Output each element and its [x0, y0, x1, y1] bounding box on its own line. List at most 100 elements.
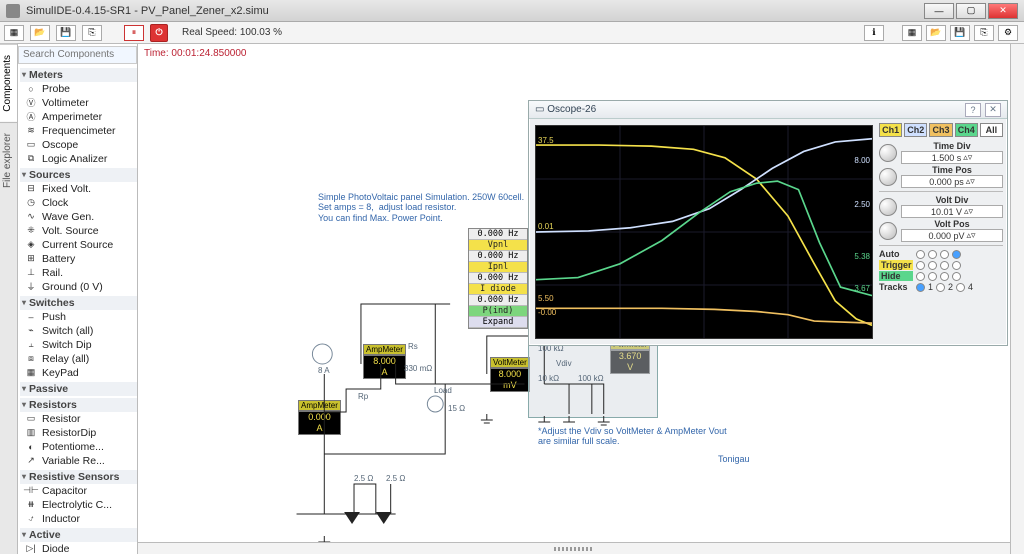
category-active[interactable]: Active: [20, 528, 137, 542]
component-diode[interactable]: ▷|Diode: [20, 542, 137, 554]
component-logic-analizer[interactable]: ⧉Logic Analizer: [20, 152, 137, 166]
component-switch-all-[interactable]: ⌁Switch (all): [20, 324, 137, 338]
component-wave-gen-[interactable]: ∿Wave Gen.: [20, 210, 137, 224]
component-icon: ▥: [24, 428, 38, 438]
search-input[interactable]: [18, 46, 137, 64]
hide-ch2[interactable]: [928, 272, 937, 281]
component-oscope[interactable]: ▭Oscope: [20, 138, 137, 152]
component-inductor[interactable]: ⍻Inductor: [20, 512, 137, 526]
component-rail-[interactable]: ⊥Rail.: [20, 266, 137, 280]
category-switches[interactable]: Switches: [20, 296, 137, 310]
trig-ch1[interactable]: [916, 261, 925, 270]
component-fixed-volt-[interactable]: ⊟Fixed Volt.: [20, 182, 137, 196]
bottom-splitter[interactable]: [138, 542, 1010, 554]
toolbar-info-icon[interactable]: ℹ: [864, 25, 884, 41]
component-icon: ⏚: [24, 282, 38, 292]
tab-ch3[interactable]: Ch3: [929, 123, 952, 137]
label-ohm15: 15 Ω: [448, 404, 465, 413]
component-current-source[interactable]: ◈Current Source: [20, 238, 137, 252]
toolbar-r3-icon[interactable]: 💾: [950, 25, 970, 41]
oscope-panel[interactable]: ▭ Oscope-26 ? ✕: [528, 100, 1008, 346]
category-sources[interactable]: Sources: [20, 168, 137, 182]
oscope-close-icon[interactable]: ✕: [985, 103, 1001, 117]
auto-ch4[interactable]: [952, 250, 961, 259]
component-amperimeter[interactable]: ⒶAmperimeter: [20, 110, 137, 124]
toolbar-r4-icon[interactable]: ⎘: [974, 25, 994, 41]
component-ground-0-v-[interactable]: ⏚Ground (0 V): [20, 280, 137, 294]
auto-ch3[interactable]: [940, 250, 949, 259]
category-passive[interactable]: Passive: [20, 382, 137, 396]
component-potentiome-[interactable]: ◐Potentiome...: [20, 440, 137, 454]
component-switch-dip[interactable]: ⫠Switch Dip: [20, 338, 137, 352]
tab-ch4[interactable]: Ch4: [955, 123, 978, 137]
component-push[interactable]: –Push: [20, 310, 137, 324]
input-voltpos[interactable]: 0.000 pV▵▿: [901, 229, 1003, 242]
component-relay-all-[interactable]: ⧈Relay (all): [20, 352, 137, 366]
app-icon: [6, 4, 20, 18]
close-button[interactable]: ✕: [988, 3, 1018, 19]
tab-file-explorer[interactable]: File explorer: [0, 122, 17, 198]
tracks-2[interactable]: [936, 283, 945, 292]
knob-timepos[interactable]: [879, 168, 897, 186]
component-clock[interactable]: ◷Clock: [20, 196, 137, 210]
input-voltdiv[interactable]: 10.01 V▵▿: [901, 205, 1003, 218]
toolbar-r1-icon[interactable]: ▦: [902, 25, 922, 41]
component-volt-source[interactable]: ⁜Volt. Source: [20, 224, 137, 238]
tracks-4[interactable]: [956, 283, 965, 292]
schematic-canvas[interactable]: Time: 00:01:24.850000 Simple PhotoVoltai…: [138, 44, 1010, 554]
tracks-1[interactable]: [916, 283, 925, 292]
toolbar-open-icon[interactable]: 📂: [30, 25, 50, 41]
component-label: Rail.: [42, 267, 63, 279]
auto-ch2[interactable]: [928, 250, 937, 259]
axis-r-d: 3.67: [854, 284, 870, 293]
component-icon: ≋: [24, 126, 38, 136]
component-keypad[interactable]: ▦KeyPad: [20, 366, 137, 380]
hide-ch3[interactable]: [940, 272, 949, 281]
toolbar-r2-icon[interactable]: 📂: [926, 25, 946, 41]
tab-components[interactable]: Components: [0, 44, 17, 122]
maximize-button[interactable]: ▢: [956, 3, 986, 19]
toolbar-save-icon[interactable]: 💾: [56, 25, 76, 41]
hide-ch4[interactable]: [952, 272, 961, 281]
component-resistor[interactable]: ▭Resistor: [20, 412, 137, 426]
toolbar-pause-icon[interactable]: ⏸: [124, 25, 144, 41]
category-resistive-sensors[interactable]: Resistive Sensors: [20, 470, 137, 484]
input-timediv[interactable]: 1.500 s▵▿: [901, 151, 1003, 164]
knob-voltpos[interactable]: [879, 222, 897, 240]
component-icon: ◈: [24, 240, 38, 250]
knob-voltdiv[interactable]: [879, 198, 897, 216]
category-meters[interactable]: Meters: [20, 68, 137, 82]
category-resistors[interactable]: Resistors: [20, 398, 137, 412]
component-label: Wave Gen.: [42, 211, 94, 223]
left-tab-strip: Components File explorer: [0, 44, 18, 554]
input-timepos[interactable]: 0.000 ps▵▿: [901, 175, 1003, 188]
oscope-plot[interactable]: 37.5 0.01 5.50 -0.00 8.00 2.50 5.38 3.67: [535, 125, 873, 339]
toolbar-saveas-icon[interactable]: ⎘: [82, 25, 102, 41]
tab-ch2[interactable]: Ch2: [904, 123, 927, 137]
toolbar-power-icon[interactable]: ⏻: [150, 24, 168, 42]
component-probe[interactable]: ○Probe: [20, 82, 137, 96]
component-voltimeter[interactable]: ⓋVoltimeter: [20, 96, 137, 110]
trig-ch2[interactable]: [928, 261, 937, 270]
component-label: Electrolytic C...: [42, 499, 112, 511]
auto-ch1[interactable]: [916, 250, 925, 259]
hide-ch1[interactable]: [916, 272, 925, 281]
component-variable-re-[interactable]: ↗Variable Re...: [20, 454, 137, 468]
component-resistordip[interactable]: ▥ResistorDip: [20, 426, 137, 440]
component-frequencimeter[interactable]: ≋Frequencimeter: [20, 124, 137, 138]
trig-ch4[interactable]: [952, 261, 961, 270]
trig-ch3[interactable]: [940, 261, 949, 270]
component-electrolytic-c-[interactable]: ⧻Electrolytic C...: [20, 498, 137, 512]
toolbar-r5-icon[interactable]: ⚙: [998, 25, 1018, 41]
component-battery[interactable]: ⊞Battery: [20, 252, 137, 266]
component-capacitor[interactable]: ⊣⊢Capacitor: [20, 484, 137, 498]
oscope-help-icon[interactable]: ?: [965, 103, 981, 117]
axis-r-b: 2.50: [854, 200, 870, 209]
tab-ch1[interactable]: Ch1: [879, 123, 902, 137]
oscope-header[interactable]: ▭ Oscope-26 ? ✕: [529, 101, 1007, 119]
tab-chall[interactable]: All: [980, 123, 1003, 137]
minimize-button[interactable]: —: [924, 3, 954, 19]
toolbar-new-icon[interactable]: ▦: [4, 25, 24, 41]
knob-timediv[interactable]: [879, 144, 897, 162]
axis-l-d: -0.00: [538, 308, 556, 317]
